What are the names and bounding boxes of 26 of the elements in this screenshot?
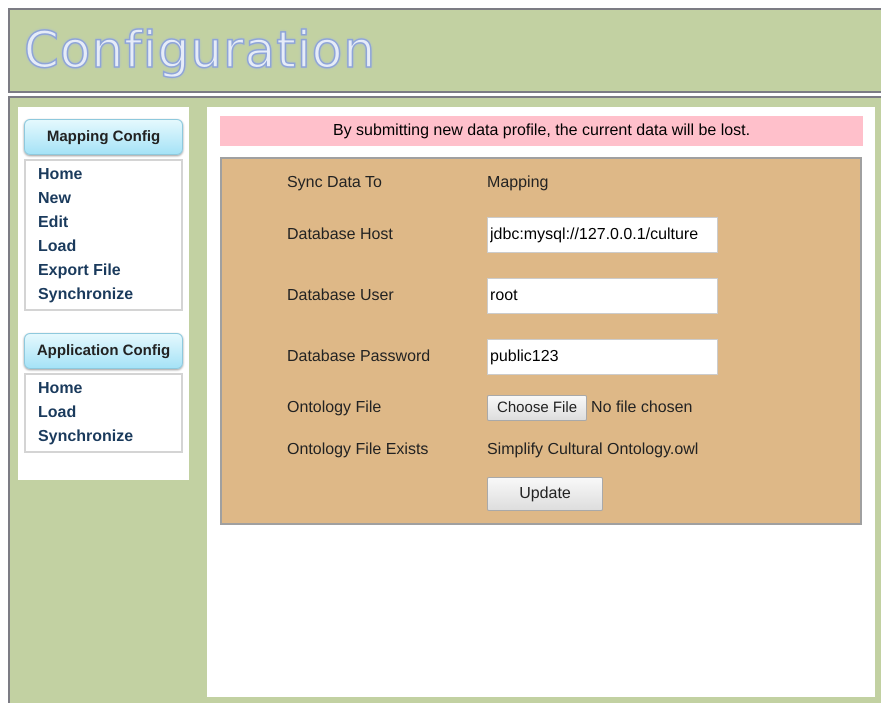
field-value: Mapping <box>487 174 548 191</box>
sidebar-link[interactable]: Home <box>38 377 181 401</box>
sidebar-link[interactable]: Synchronize <box>38 283 181 307</box>
field-value: Simplify Cultural Ontology.owl <box>487 441 698 458</box>
sidebar-link[interactable]: Home <box>38 163 181 187</box>
field-label: Sync Data To <box>286 173 383 193</box>
field-label: Ontology File <box>286 398 382 418</box>
sidebar-link[interactable]: Export File <box>38 259 181 283</box>
sidebar-heading: Mapping Config <box>24 119 183 155</box>
sidebar-link[interactable]: Edit <box>38 211 181 235</box>
field-label: Database Host <box>286 224 394 244</box>
sidebar-link[interactable]: Load <box>38 401 181 425</box>
choose-file-button[interactable]: Choose File <box>487 395 588 421</box>
file-status: No file chosen <box>591 398 692 418</box>
sidebar-link[interactable]: Synchronize <box>38 425 181 449</box>
sidebar-heading: Application Config <box>24 333 183 369</box>
page-title: Configuration <box>24 20 376 81</box>
input-field[interactable]: public123 <box>487 338 718 374</box>
field-label: Database User <box>286 286 395 306</box>
field-label: Ontology File Exists <box>286 440 430 460</box>
warning-banner: By submitting new data profile, the current data will be lost. <box>220 116 863 146</box>
update-button[interactable]: Update <box>487 477 603 511</box>
input-field[interactable]: root <box>487 278 718 314</box>
sidebar-link[interactable]: New <box>38 187 181 211</box>
field-label: Database Password <box>286 346 432 366</box>
sidebar-link[interactable]: Load <box>38 235 181 259</box>
